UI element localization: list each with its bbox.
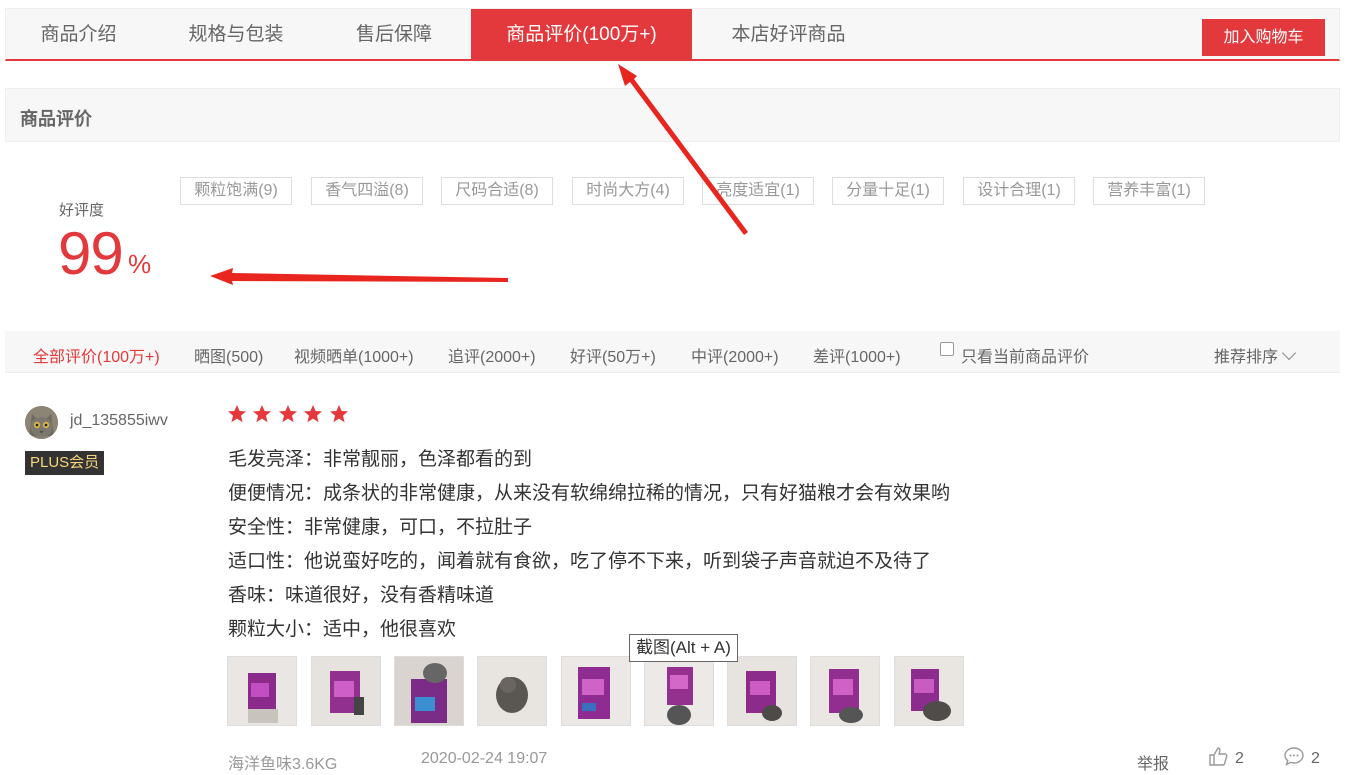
thumbs-up-icon[interactable] — [1207, 745, 1229, 767]
review-text-line: 便便情况：成条状的非常健康，从来没有软绵绵拉稀的情况，只有好猫粮才会有效果哟 — [228, 483, 951, 504]
review-photo-thumbnail[interactable] — [561, 656, 631, 726]
chevron-down-icon — [1281, 345, 1297, 361]
sort-label: 推荐排序 — [1214, 349, 1279, 366]
filter-neutral[interactable]: 中评(2000+) — [691, 343, 779, 367]
review-tag[interactable]: 分量十足(1) — [832, 177, 944, 205]
review-photo-thumbnail[interactable] — [894, 656, 964, 726]
tab-store-top-rated[interactable]: 本店好评商品 — [711, 9, 866, 60]
review-date: 2020-02-24 19:07 — [421, 750, 548, 767]
like-count: 2 — [1235, 750, 1244, 767]
review-text-line: 香味：味道很好，没有香精味道 — [228, 585, 495, 606]
arrow-to-rating — [210, 268, 508, 285]
report-link[interactable]: 举报 — [1137, 750, 1169, 774]
review-text-line: 适口性：他说蛮好吃的，闻着就有食欲，吃了停不下来，听到袋子声音就迫不及待了 — [228, 551, 932, 572]
comment-count: 2 — [1311, 750, 1320, 767]
review-text-line: 颗粒大小：适中，他很喜欢 — [228, 619, 457, 640]
add-to-cart-button[interactable]: 加入购物车 — [1202, 19, 1325, 56]
star-icon — [253, 405, 272, 423]
review-photo-thumbnail[interactable] — [810, 656, 880, 726]
review-tag[interactable]: 尺码合适(8) — [441, 177, 553, 205]
star-icon — [278, 405, 297, 423]
review-tag[interactable]: 颗粒饱满(9) — [180, 177, 292, 205]
star-icon — [329, 405, 348, 423]
avatar[interactable] — [25, 406, 58, 439]
rating-unit: % — [128, 249, 152, 279]
only-current-label: 只看当前商品评价 — [961, 349, 1090, 366]
review-tag[interactable]: 亮度适宜(1) — [702, 177, 814, 205]
filter-videos[interactable]: 视频晒单(1000+) — [294, 343, 414, 367]
filter-followup[interactable]: 追评(2000+) — [448, 343, 536, 367]
review-text-line: 安全性：非常健康，可口，不拉肚子 — [228, 517, 533, 538]
sort-dropdown[interactable]: 推荐排序 — [1214, 343, 1297, 367]
comment-icon[interactable] — [1283, 745, 1305, 767]
review-tag[interactable]: 设计合理(1) — [963, 177, 1075, 205]
review-text-line: 毛发亮泽：非常靓丽，色泽都看的到 — [228, 449, 533, 470]
tab-reviews[interactable]: 商品评价(100万+) — [471, 9, 692, 60]
product-variant: 海洋鱼味3.6KG — [228, 756, 338, 773]
plus-member-badge: PLUS会员 — [25, 451, 105, 475]
screenshot-tooltip: 截图(Alt + A) — [629, 634, 738, 662]
review-photo-thumbnail[interactable] — [311, 656, 381, 726]
review-photo-thumbnail[interactable] — [227, 656, 297, 726]
filter-negative[interactable]: 差评(1000+) — [813, 343, 901, 367]
star-icon — [304, 405, 323, 423]
section-header: 商品评价 — [5, 88, 1340, 142]
tab-bar: 商品介绍 规格与包装 售后保障 商品评价(100万+) 本店好评商品 — [5, 8, 1340, 61]
review-photo-thumbnail[interactable] — [394, 656, 464, 726]
star-rating — [227, 404, 350, 429]
section-title: 商品评价 — [20, 109, 92, 129]
review-photo-thumbnail[interactable] — [644, 656, 714, 726]
review-photo-thumbnail[interactable] — [477, 656, 547, 726]
username: jd_135855iwv — [70, 412, 168, 429]
rating-label: 好评度 — [59, 202, 105, 219]
review-tag[interactable]: 香气四溢(8) — [311, 177, 423, 205]
review-photo-thumbnail[interactable] — [727, 656, 797, 726]
filter-positive[interactable]: 好评(50万+) — [570, 343, 656, 367]
review-tag[interactable]: 营养丰富(1) — [1093, 177, 1205, 205]
tab-after-sales[interactable]: 售后保障 — [324, 9, 464, 60]
filter-photos[interactable]: 晒图(500) — [194, 343, 263, 367]
review-filter-bar: 全部评价(100万+) 晒图(500) 视频晒单(1000+) 追评(2000+… — [5, 331, 1340, 373]
star-icon — [228, 405, 246, 423]
tab-specs[interactable]: 规格与包装 — [161, 9, 311, 60]
review-tag[interactable]: 时尚大方(4) — [572, 177, 684, 205]
filter-all[interactable]: 全部评价(100万+) — [33, 343, 160, 367]
rating-value: 99 — [58, 220, 124, 287]
tab-product-intro[interactable]: 商品介绍 — [6, 9, 151, 60]
only-current-checkbox[interactable] — [940, 342, 954, 356]
